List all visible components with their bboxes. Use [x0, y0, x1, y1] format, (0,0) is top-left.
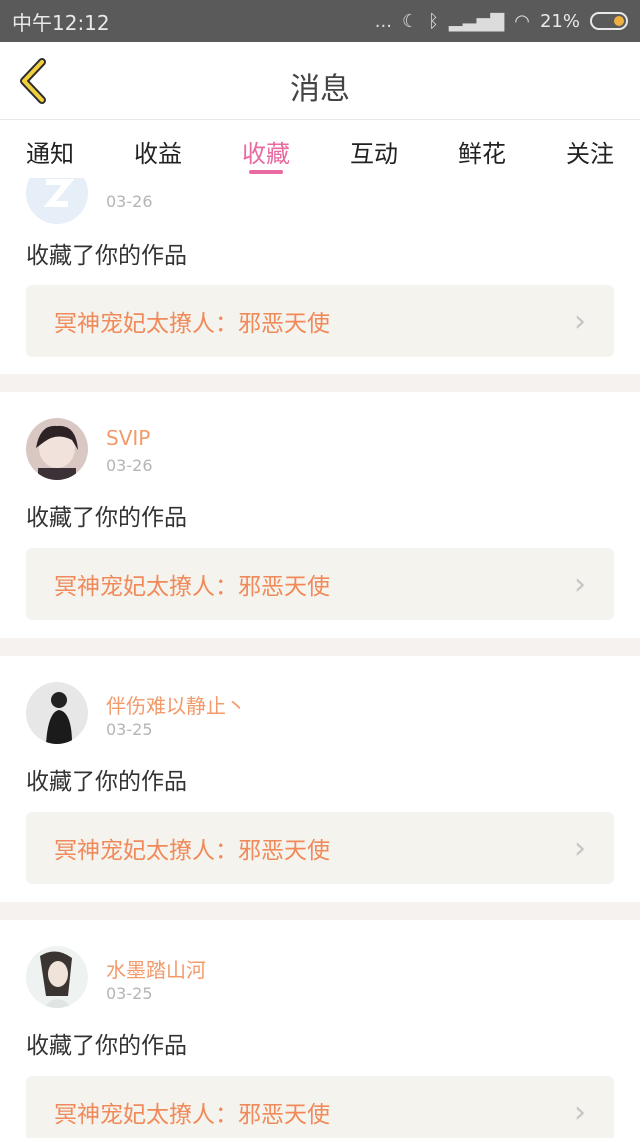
chevron-right-icon: ›: [574, 566, 586, 602]
list-item: 水墨踏山河 03-25 收藏了你的作品 冥神宠妃太撩人：邪恶天使 ›: [0, 920, 640, 1138]
more-dots-icon: ...: [374, 10, 392, 32]
username[interactable]: 伴伤难以静止丶: [106, 690, 246, 719]
message-action: 收藏了你的作品: [26, 243, 187, 269]
tab-bar: 通知 收益 收藏 互动 鲜花 关注: [0, 120, 640, 178]
username[interactable]: 水墨踏山河: [106, 954, 206, 983]
tab-follow[interactable]: 关注: [566, 120, 614, 178]
message-action: 收藏了你的作品: [26, 769, 187, 795]
bluetooth-icon: ᛒ: [428, 10, 439, 32]
user-photo-icon: [26, 682, 88, 744]
tab-favorites[interactable]: 收藏: [242, 120, 290, 178]
tab-interaction[interactable]: 互动: [350, 120, 398, 178]
list-item: 伴伤难以静止丶 03-25 收藏了你的作品 冥神宠妃太撩人：邪恶天使 ›: [0, 656, 640, 902]
work-title: 冥神宠妃太撩人：邪恶天使: [54, 1102, 330, 1128]
user-photo-icon: [26, 946, 88, 1008]
tab-notice[interactable]: 通知: [26, 120, 74, 178]
tab-flowers[interactable]: 鲜花: [458, 120, 506, 178]
status-icons: ... ☾ ᛒ ▂▃▅▇ ◠ 21%: [375, 11, 628, 32]
header: 消息: [0, 42, 640, 120]
chevron-right-icon: ›: [574, 1094, 586, 1130]
avatar[interactable]: [26, 178, 88, 224]
work-link[interactable]: 冥神宠妃太撩人：邪恶天使 ›: [26, 1076, 614, 1138]
tab-earnings[interactable]: 收益: [134, 120, 182, 178]
username[interactable]: SVIP: [106, 426, 150, 450]
battery-icon: [590, 12, 628, 30]
list-item: SVIP 03-26 收藏了你的作品 冥神宠妃太撩人：邪恶天使 ›: [0, 392, 640, 638]
work-link[interactable]: 冥神宠妃太撩人：邪恶天使 ›: [26, 812, 614, 884]
work-title: 冥神宠妃太撩人：邪恶天使: [54, 838, 330, 864]
work-title: 冥神宠妃太撩人：邪恶天使: [54, 311, 330, 337]
work-title: 冥神宠妃太撩人：邪恶天使: [54, 574, 330, 600]
wifi-icon: ◠: [514, 10, 530, 32]
message-date: 03-26: [106, 192, 153, 211]
moon-icon: ☾: [401, 10, 419, 32]
battery-percent: 21%: [539, 10, 580, 32]
work-link[interactable]: 冥神宠妃太撩人：邪恶天使 ›: [26, 548, 614, 620]
message-date: 03-25: [106, 720, 153, 739]
signal-icon: ▂▃▅▇: [448, 10, 505, 32]
message-list: 03-26 收藏了你的作品 冥神宠妃太撩人：邪恶天使 › SVIP 03-26 …: [0, 178, 640, 1138]
work-link[interactable]: 冥神宠妃太撩人：邪恶天使 ›: [26, 285, 614, 357]
avatar[interactable]: [26, 418, 88, 480]
page-title: 消息: [290, 72, 350, 107]
avatar[interactable]: [26, 946, 88, 1008]
user-photo-icon: [26, 418, 88, 480]
list-item: 03-26 收藏了你的作品 冥神宠妃太撩人：邪恶天使 ›: [0, 178, 640, 374]
status-bar: 中午12:12 ... ☾ ᛒ ▂▃▅▇ ◠ 21%: [0, 0, 640, 42]
status-time: 中午12:12: [12, 10, 110, 35]
chevron-right-icon: ›: [574, 303, 586, 339]
message-action: 收藏了你的作品: [26, 505, 187, 531]
default-avatar-icon: [26, 178, 88, 224]
avatar[interactable]: [26, 682, 88, 744]
message-action: 收藏了你的作品: [26, 1033, 187, 1059]
message-date: 03-25: [106, 984, 153, 1003]
chevron-right-icon: ›: [574, 830, 586, 866]
message-date: 03-26: [106, 456, 153, 475]
